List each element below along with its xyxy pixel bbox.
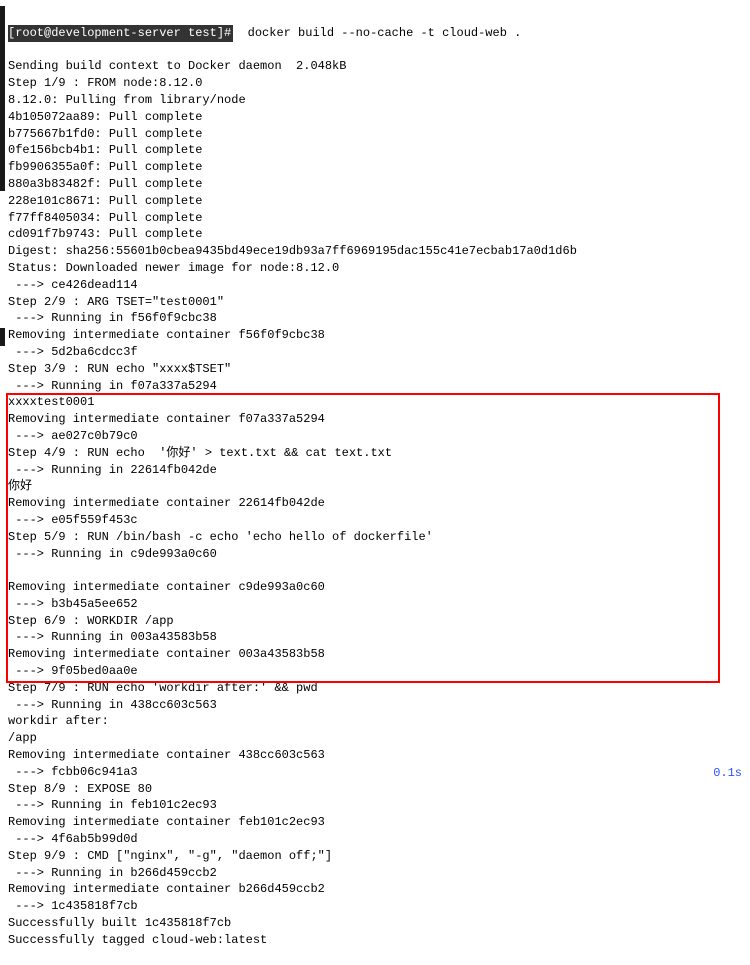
terminal-line: ---> 4f6ab5b99d0d bbox=[8, 831, 742, 848]
terminal-line: 228e101c8671: Pull complete bbox=[8, 193, 742, 210]
terminal-line: Status: Downloaded newer image for node:… bbox=[8, 260, 742, 277]
timing-indicator: 0.1s bbox=[713, 765, 742, 782]
terminal-line: Removing intermediate container feb101c2… bbox=[8, 814, 742, 831]
terminal-line: ---> Running in 003a43583b58 bbox=[8, 629, 742, 646]
terminal-line: ---> Running in 438cc603c563 bbox=[8, 697, 742, 714]
terminal-line: workdir after: bbox=[8, 713, 742, 730]
terminal-line: 0fe156bcb4b1: Pull complete bbox=[8, 142, 742, 159]
terminal-line bbox=[8, 562, 742, 579]
terminal-line: 4b105072aa89: Pull complete bbox=[8, 109, 742, 126]
terminal-output[interactable]: [root@development-server test]# docker b… bbox=[8, 8, 742, 965]
terminal-line: Removing intermediate container 438cc603… bbox=[8, 747, 742, 764]
terminal-line: ---> e05f559f453c bbox=[8, 512, 742, 529]
terminal-line: 880a3b83482f: Pull complete bbox=[8, 176, 742, 193]
terminal-line: ---> 1c435818f7cb bbox=[8, 898, 742, 915]
terminal-line: Step 1/9 : FROM node:8.12.0 bbox=[8, 75, 742, 92]
terminal-line: fb9906355a0f: Pull complete bbox=[8, 159, 742, 176]
terminal-prompt-line[interactable]: [root@development-server test]# docker b… bbox=[8, 25, 742, 42]
terminal-line: Removing intermediate container c9de993a… bbox=[8, 579, 742, 596]
terminal-line: ---> Running in feb101c2ec93 bbox=[8, 797, 742, 814]
terminal-line: ---> Running in b266d459ccb2 bbox=[8, 865, 742, 882]
terminal-line: 你好 bbox=[8, 478, 742, 495]
terminal-line: Removing intermediate container 22614fb0… bbox=[8, 495, 742, 512]
terminal-line: Step 6/9 : WORKDIR /app bbox=[8, 613, 742, 630]
terminal-line: Successfully built 1c435818f7cb bbox=[8, 915, 742, 932]
terminal-line: 8.12.0: Pulling from library/node bbox=[8, 92, 742, 109]
terminal-line: ---> 9f05bed0aa0e bbox=[8, 663, 742, 680]
terminal-line: ---> Running in f56f0f9cbc38 bbox=[8, 310, 742, 327]
terminal-line: Step 3/9 : RUN echo "xxxx$TSET" bbox=[8, 361, 742, 378]
terminal-line: b775667b1fd0: Pull complete bbox=[8, 126, 742, 143]
terminal-line: ---> fcbb06c941a3 bbox=[8, 764, 742, 781]
terminal-line: ---> ae027c0b79c0 bbox=[8, 428, 742, 445]
terminal-line: Successfully tagged cloud-web:latest bbox=[8, 932, 742, 949]
terminal-line: Removing intermediate container 003a4358… bbox=[8, 646, 742, 663]
terminal-line: f77ff8405034: Pull complete bbox=[8, 210, 742, 227]
terminal-line: Sending build context to Docker daemon 2… bbox=[8, 58, 742, 75]
terminal-left-bar-2 bbox=[0, 328, 5, 346]
terminal-line: Removing intermediate container f56f0f9c… bbox=[8, 327, 742, 344]
terminal-line: ---> Running in 22614fb042de bbox=[8, 462, 742, 479]
terminal-line: cd091f7b9743: Pull complete bbox=[8, 226, 742, 243]
terminal-line: Step 4/9 : RUN echo '你好' > text.txt && c… bbox=[8, 445, 742, 462]
terminal-line: Step 5/9 : RUN /bin/bash -c echo 'echo h… bbox=[8, 529, 742, 546]
terminal-line: ---> Running in f07a337a5294 bbox=[8, 378, 742, 395]
terminal-line: ---> b3b45a5ee652 bbox=[8, 596, 742, 613]
terminal-line: ---> 5d2ba6cdcc3f bbox=[8, 344, 742, 361]
terminal-line: Step 7/9 : RUN echo 'workdir after:' && … bbox=[8, 680, 742, 697]
terminal-line: ---> ce426dead114 bbox=[8, 277, 742, 294]
terminal-left-bar-1 bbox=[0, 6, 5, 191]
terminal-line: Digest: sha256:55601b0cbea9435bd49ece19d… bbox=[8, 243, 742, 260]
terminal-line: xxxxtest0001 bbox=[8, 394, 742, 411]
terminal-line: Removing intermediate container f07a337a… bbox=[8, 411, 742, 428]
terminal-command: docker build --no-cache -t cloud-web . bbox=[233, 26, 521, 40]
terminal-line: ---> Running in c9de993a0c60 bbox=[8, 546, 742, 563]
terminal-line: Step 8/9 : EXPOSE 80 bbox=[8, 781, 742, 798]
terminal-line: Step 9/9 : CMD ["nginx", "-g", "daemon o… bbox=[8, 848, 742, 865]
terminal-prompt: [root@development-server test]# bbox=[8, 25, 233, 42]
terminal-line: Step 2/9 : ARG TSET="test0001" bbox=[8, 294, 742, 311]
terminal-line: Removing intermediate container b266d459… bbox=[8, 881, 742, 898]
terminal-line: /app bbox=[8, 730, 742, 747]
